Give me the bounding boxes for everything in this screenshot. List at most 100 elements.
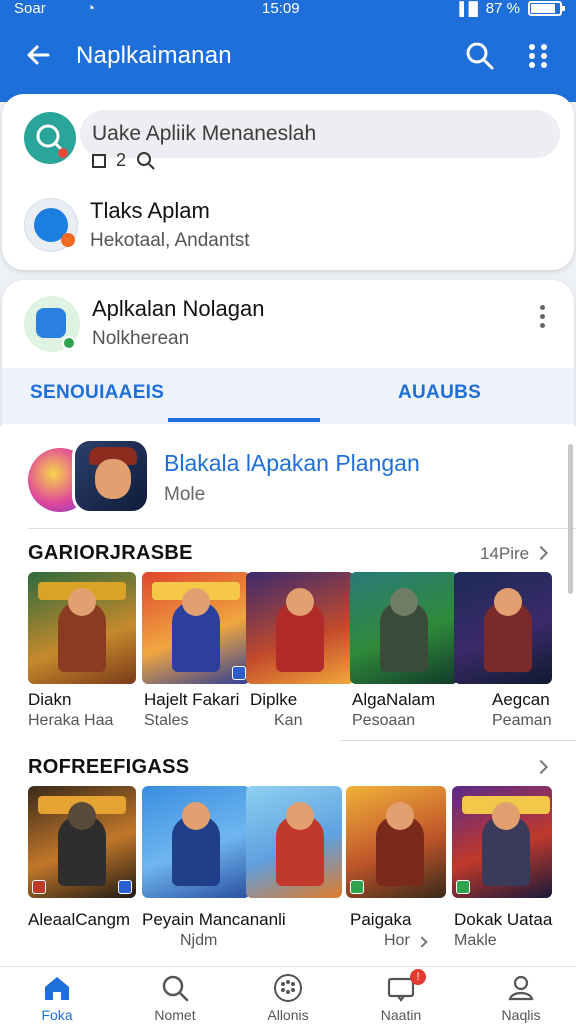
- chevron-right-icon[interactable]: [416, 936, 428, 948]
- tab-indicator: [168, 418, 320, 422]
- game-sub-1: Heraka Haa: [28, 712, 114, 729]
- nav-search[interactable]: Nomet: [130, 967, 220, 1024]
- search-icon: [162, 975, 189, 1002]
- tab-senouiaaeis[interactable]: SENOUIAAEIS: [30, 382, 164, 404]
- game-tile-1[interactable]: [28, 572, 136, 684]
- search-icon[interactable]: [464, 40, 496, 72]
- square-icon[interactable]: [92, 153, 106, 168]
- game-tile-6[interactable]: [28, 786, 136, 898]
- games-icon: [274, 974, 302, 1002]
- character-face: [95, 459, 131, 499]
- game-sub-9: Hor: [384, 932, 410, 949]
- tile-head: [390, 588, 418, 616]
- nav-notifications[interactable]: ! Naatin: [356, 967, 446, 1024]
- featured-subtitle: Mole: [164, 484, 206, 505]
- nav-label: Naqlis: [501, 1007, 541, 1023]
- nav-label: Foka: [41, 1007, 73, 1023]
- game-tile-10[interactable]: [452, 786, 552, 898]
- notification-dot: [61, 233, 75, 247]
- app-card: Aplkalan Nolagan Nolkherean SENOUIAAEIS …: [2, 280, 574, 428]
- scrollbar[interactable]: [568, 444, 573, 594]
- status-dot: [58, 148, 68, 158]
- app-avatar-icon[interactable]: [24, 296, 80, 352]
- game-name-4[interactable]: AlgaNalam: [352, 690, 435, 710]
- section1-title: GARIORJRASBE: [28, 542, 193, 564]
- game-tile-9[interactable]: [346, 786, 446, 898]
- app-subtitle: Nolkherean: [92, 328, 190, 349]
- battery-icon: [528, 1, 565, 16]
- tile-badge: [232, 666, 246, 680]
- game-name-7[interactable]: Peyain Mancananli: [142, 910, 286, 930]
- apps-grid-icon[interactable]: [522, 40, 554, 72]
- game-tile-3[interactable]: [246, 572, 354, 684]
- notification-badge: !: [410, 969, 426, 985]
- item-title[interactable]: Tlaks Aplam: [90, 198, 210, 224]
- tile-badge: [118, 880, 132, 894]
- tab-bar: SENOUIAAEIS AUAUBS: [2, 368, 574, 424]
- back-arrow-icon[interactable]: [22, 38, 56, 72]
- verified-icon: [62, 336, 76, 350]
- game-sub-5: Peaman: [492, 712, 552, 729]
- game-tile-8[interactable]: [246, 786, 342, 898]
- game-tile-7[interactable]: [142, 786, 250, 898]
- home-icon: [45, 977, 69, 1000]
- game-tile-2[interactable]: [142, 572, 250, 684]
- kebab-menu-icon[interactable]: [536, 302, 548, 334]
- nav-label: Nomet: [154, 1007, 196, 1023]
- mini-search-icon[interactable]: [136, 151, 156, 171]
- game-name-2[interactable]: Hajelt Fakari: [144, 690, 239, 710]
- chevron-right-icon[interactable]: [533, 759, 549, 775]
- featured-app-icon[interactable]: [28, 438, 150, 514]
- divider: [28, 528, 576, 529]
- search-placeholder: Uake Apliik Menaneslah: [92, 122, 317, 145]
- tile-head: [68, 802, 96, 830]
- game-sub-2: Stales: [144, 712, 189, 729]
- game-sub-3: Kan: [274, 712, 303, 729]
- section1-more[interactable]: 14Pire: [480, 544, 529, 564]
- nav-label: Naatin: [380, 1007, 422, 1023]
- nav-games[interactable]: Allonis: [243, 967, 333, 1024]
- game-name-5[interactable]: Aegcan: [492, 690, 550, 710]
- game-sub-7: Njdm: [180, 932, 218, 949]
- tile-head: [386, 802, 414, 830]
- divider: [340, 740, 576, 741]
- nav-label: Allonis: [267, 1007, 309, 1023]
- app-title[interactable]: Aplkalan Nolagan: [92, 296, 264, 322]
- app-bar: Naplkaimanan: [0, 20, 576, 102]
- nav-profile[interactable]: Naqlis: [476, 967, 566, 1024]
- chat-avatar-icon[interactable]: [24, 198, 78, 252]
- battery-fill: [531, 4, 556, 13]
- status-bar: Soar ◔ 15:09 ▌█ 87 %: [0, 0, 576, 20]
- signal-icon: ▌█: [459, 1, 478, 16]
- game-tile-4[interactable]: [350, 572, 458, 684]
- tile-badge: [456, 880, 470, 894]
- chevron-right-icon[interactable]: [533, 545, 549, 561]
- game-name-3[interactable]: Diplke: [250, 690, 297, 710]
- featured-icon-b: [72, 438, 150, 514]
- featured-title[interactable]: Blakala lApakan Plangan: [164, 450, 420, 477]
- game-tile-5[interactable]: [454, 572, 552, 684]
- nav-home[interactable]: Foka: [12, 967, 102, 1024]
- app-logo-icon: [36, 308, 66, 338]
- tile-head: [492, 802, 520, 830]
- tile-badge: [350, 880, 364, 894]
- main-content: Blakala lApakan Plangan Mole GARIORJRASB…: [0, 426, 576, 966]
- game-sub-4: Pesoaan: [352, 712, 416, 729]
- game-name-9[interactable]: Paigaka: [350, 910, 411, 930]
- wifi-icon: ◔: [86, 0, 96, 17]
- page-title: Naplkaimanan: [76, 42, 232, 69]
- search-avatar-icon: [24, 112, 76, 164]
- tile-head: [494, 588, 522, 616]
- section2-title: ROFREEFIGASS: [28, 756, 190, 778]
- tab-auaubs[interactable]: AUAUBS: [398, 382, 481, 404]
- bottom-nav: Foka Nomet Allonis ! Naatin Naqlis: [0, 966, 576, 1024]
- tile-head: [182, 588, 210, 616]
- game-name-6[interactable]: AleaalCangm: [28, 910, 130, 930]
- status-time: 15:09: [262, 0, 300, 17]
- mini-toolbar: 2: [92, 150, 156, 171]
- game-sub-10: Makle: [454, 932, 497, 949]
- item-subtitle: Hekotaal, Andantst: [90, 230, 250, 251]
- game-name-1[interactable]: Diakn: [28, 690, 71, 710]
- game-name-10[interactable]: Dokak Uataa: [454, 910, 552, 930]
- tile-head: [286, 588, 314, 616]
